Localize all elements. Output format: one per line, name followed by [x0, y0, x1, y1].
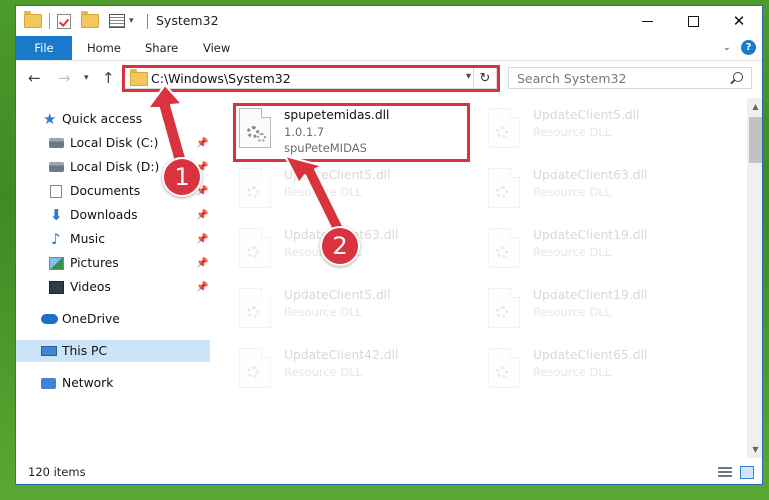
annotation-arrows: [147, 84, 346, 237]
annotation-badge-2: 2: [320, 226, 360, 266]
annotation-badge-1: 1: [162, 157, 202, 197]
arrow-2: [284, 155, 346, 237]
